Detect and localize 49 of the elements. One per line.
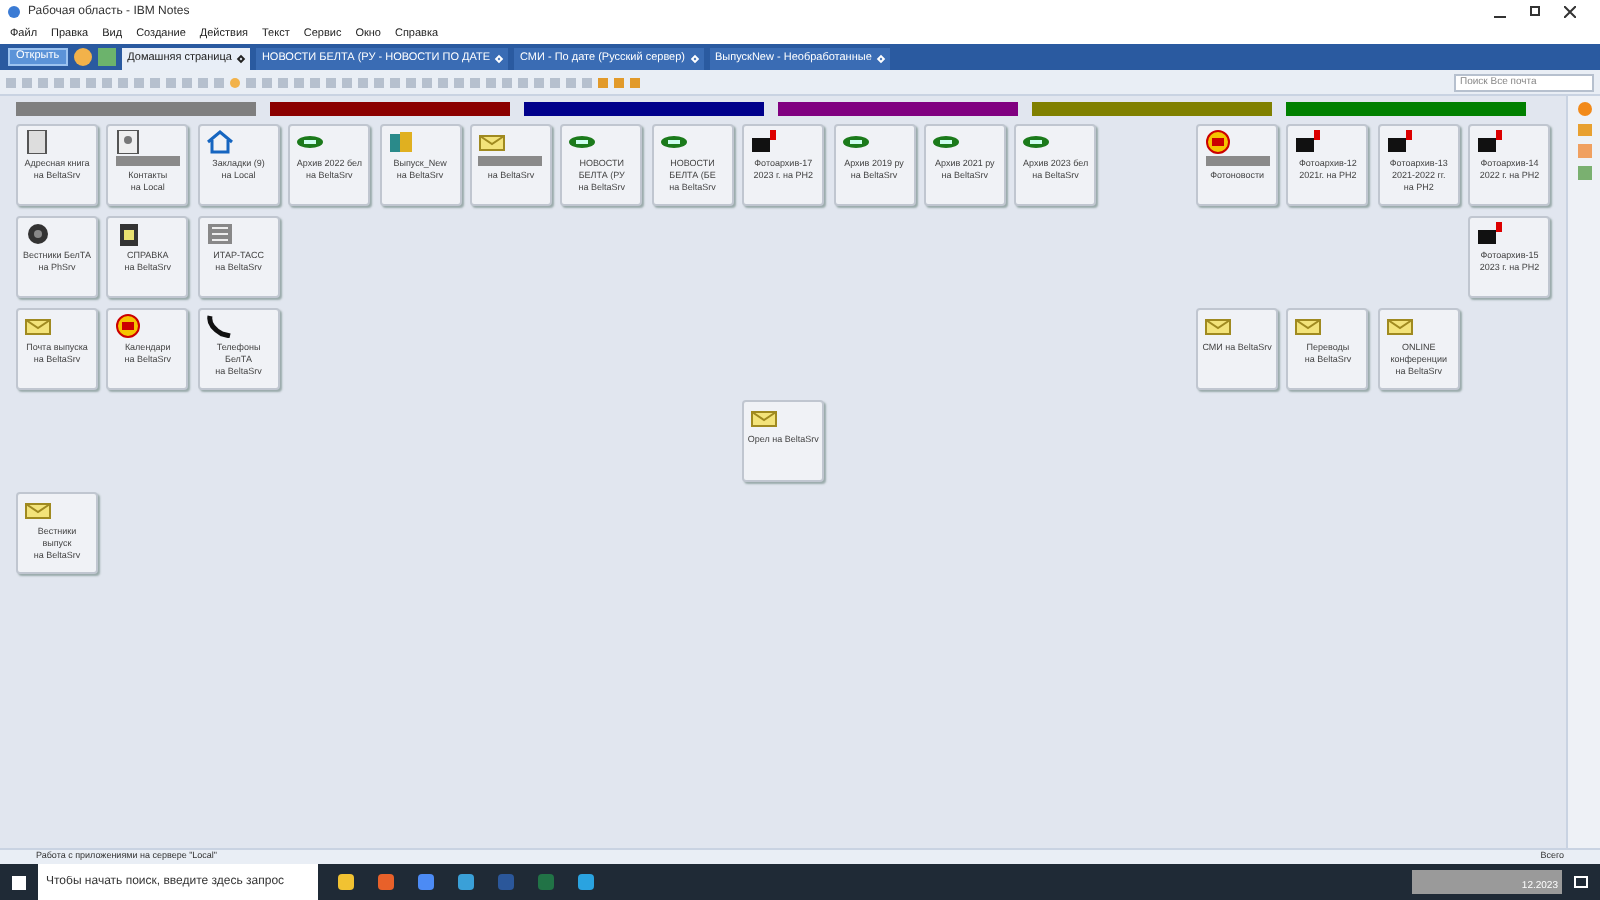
camera-icon bbox=[1476, 222, 1505, 246]
category-band[interactable] bbox=[778, 102, 1018, 116]
envelope-icon bbox=[1385, 314, 1414, 338]
close-icon[interactable] bbox=[236, 54, 246, 64]
taskbar-app-icon[interactable] bbox=[458, 874, 474, 890]
category-band[interactable] bbox=[524, 102, 764, 116]
maximize-icon[interactable] bbox=[1530, 6, 1540, 16]
minimize-icon[interactable] bbox=[1494, 16, 1506, 18]
close-icon[interactable] bbox=[1564, 6, 1576, 18]
books-icon bbox=[387, 130, 416, 154]
windows-icon[interactable] bbox=[12, 875, 26, 889]
taskbar-app-icon[interactable] bbox=[338, 874, 354, 890]
taskbar-app-icon[interactable] bbox=[538, 874, 554, 890]
camera-icon bbox=[1294, 130, 1323, 154]
disc-icon bbox=[931, 130, 960, 154]
category-band[interactable] bbox=[16, 102, 256, 116]
calendar-toolbar-icon[interactable] bbox=[97, 48, 116, 66]
app-icon bbox=[8, 6, 20, 18]
document-icon bbox=[114, 222, 143, 246]
camera-icon bbox=[1385, 130, 1414, 154]
envelope-icon bbox=[24, 498, 52, 522]
disc-icon bbox=[296, 130, 325, 154]
envelope-icon bbox=[1294, 314, 1323, 338]
gear-icon bbox=[24, 222, 52, 246]
camera-icon bbox=[1476, 130, 1505, 154]
taskbar-app-icon[interactable] bbox=[418, 874, 434, 890]
disc-icon bbox=[568, 130, 597, 154]
disc-icon bbox=[841, 130, 870, 154]
envelope-icon bbox=[24, 314, 52, 338]
book-icon bbox=[24, 130, 52, 154]
mail-toolbar-icon[interactable] bbox=[73, 48, 92, 66]
stamp-icon bbox=[1204, 130, 1233, 154]
category-band[interactable] bbox=[270, 102, 510, 116]
taskbar-app-icon[interactable] bbox=[578, 874, 594, 890]
contact-card-icon bbox=[114, 130, 143, 154]
disc-icon bbox=[659, 130, 688, 154]
disc-icon bbox=[1022, 130, 1051, 154]
envelope-icon bbox=[750, 406, 779, 430]
taskbar-app-icon[interactable] bbox=[378, 874, 394, 890]
camera-icon bbox=[750, 130, 779, 154]
category-band[interactable] bbox=[1286, 102, 1526, 116]
stamp-icon bbox=[114, 314, 143, 338]
envelope-icon bbox=[477, 130, 506, 154]
phone-icon bbox=[205, 314, 234, 338]
category-band[interactable] bbox=[1032, 102, 1272, 116]
grid-logo-icon bbox=[205, 222, 234, 246]
notification-icon[interactable] bbox=[1574, 876, 1588, 888]
envelope-icon bbox=[1204, 314, 1233, 338]
house-icon bbox=[205, 130, 234, 154]
